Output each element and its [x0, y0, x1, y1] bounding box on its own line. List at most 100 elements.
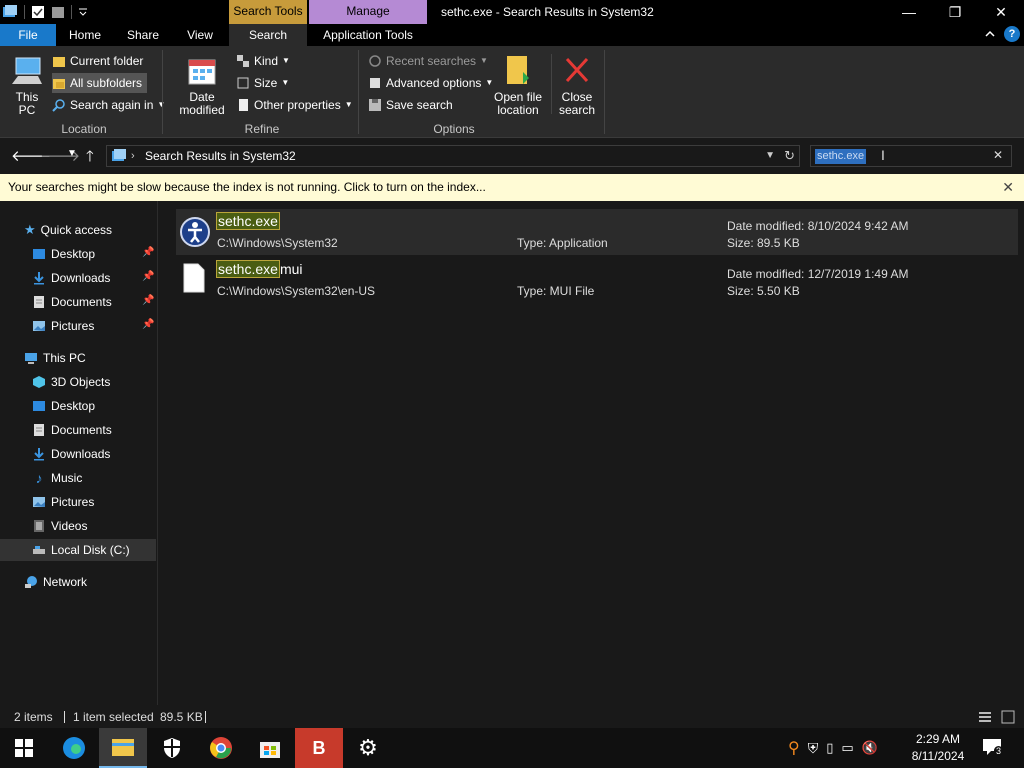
search-box[interactable]: sethc.exe I ✕: [810, 145, 1012, 167]
name-match-highlight: sethc.exe: [216, 212, 280, 230]
nav-qa-documents[interactable]: Documents: [32, 291, 112, 313]
nav-pc-local-disk[interactable]: Local Disk (C:): [0, 539, 156, 561]
pin-icon: 📌: [142, 271, 155, 282]
new-folder-icon[interactable]: [51, 5, 65, 19]
nav-qa-downloads-label: Downloads: [51, 271, 111, 285]
notifications-button[interactable]: 3: [982, 738, 1004, 758]
close-search-button[interactable]: Close search: [556, 54, 598, 117]
nav-this-pc[interactable]: This PC: [24, 347, 86, 369]
address-bar[interactable]: › Search Results in System32 ▼ ↻: [106, 145, 800, 167]
refresh-icon[interactable]: ↻: [784, 146, 795, 166]
large-icons-view-icon[interactable]: [1001, 710, 1015, 724]
taskbar-bitdefender[interactable]: B: [295, 728, 343, 768]
network-tray-icon[interactable]: ▭: [841, 740, 853, 756]
ribbon-right-controls: ?: [984, 26, 1020, 42]
shield-icon: [164, 738, 180, 758]
open-file-location-label: Open file location: [493, 90, 543, 117]
index-warning-text: Your searches might be slow because the …: [8, 180, 486, 194]
result-date-modified: Date modified: 12/7/2019 1:49 AM: [727, 267, 909, 281]
other-properties-button[interactable]: Other properties ▼: [236, 95, 353, 115]
chevron-down-icon: ▼: [282, 56, 290, 65]
current-folder-button[interactable]: Current folder: [52, 51, 143, 71]
name-rest: mui: [279, 261, 303, 277]
close-infobar-icon[interactable]: ✕: [1002, 174, 1014, 201]
taskbar-chrome[interactable]: [197, 728, 245, 768]
tab-application-tools[interactable]: Application Tools: [309, 24, 427, 46]
defender-tray-icon[interactable]: ⛨: [808, 740, 819, 757]
size-button[interactable]: Size ▼: [236, 73, 289, 93]
index-warning-bar[interactable]: Your searches might be slow because the …: [0, 174, 1024, 201]
minimize-button[interactable]: —: [886, 0, 932, 24]
pin-icon: 📌: [142, 247, 155, 258]
date-modified-button[interactable]: Date modified: [172, 54, 232, 117]
search-tools-context-tab: Search Tools: [229, 0, 307, 24]
this-pc-button[interactable]: This PC: [8, 54, 46, 117]
tab-search[interactable]: Search: [229, 24, 307, 46]
size-icon: [237, 77, 249, 89]
start-button[interactable]: [0, 728, 48, 768]
collapse-ribbon-icon[interactable]: [984, 28, 996, 40]
tab-view[interactable]: View: [176, 24, 224, 46]
recent-searches-button[interactable]: Recent searches ▼: [368, 51, 488, 71]
taskbar-security[interactable]: [148, 728, 196, 768]
details-view-icon[interactable]: [978, 710, 992, 724]
tab-file[interactable]: File: [0, 24, 56, 46]
taskbar-store[interactable]: [246, 728, 294, 768]
kind-icon: [237, 55, 249, 67]
nav-qa-downloads[interactable]: Downloads: [32, 267, 110, 289]
chevron-down-icon: ▼: [480, 56, 488, 65]
nav-pc-music[interactable]: ♪ Music: [32, 467, 83, 489]
help-icon[interactable]: ?: [1004, 26, 1020, 42]
tab-share[interactable]: Share: [118, 24, 168, 46]
result-name: sethc.exe: [216, 212, 280, 230]
result-row[interactable]: sethc.exe C:\Windows\System32 Type: Appl…: [176, 209, 1018, 255]
pin-icon: 📌: [142, 319, 155, 330]
taskbar-edge[interactable]: [50, 728, 98, 768]
nav-pc-desktop-label: Desktop: [51, 399, 96, 413]
quick-access-toolbar: [0, 0, 88, 24]
search-key-icon[interactable]: ⚲: [788, 738, 800, 758]
up-arrow-icon[interactable]: 🡑: [86, 146, 94, 171]
application-icon: [180, 217, 210, 247]
all-subfolders-button[interactable]: All subfolders: [52, 73, 148, 93]
taskbar-settings[interactable]: ⚙: [344, 728, 392, 768]
tab-home[interactable]: Home: [60, 24, 110, 46]
save-search-button[interactable]: Save search: [368, 95, 453, 115]
options-group-label: Options: [433, 122, 475, 136]
name-match-highlight: sethc.exe: [216, 260, 280, 278]
kind-button[interactable]: Kind ▼: [236, 51, 290, 71]
recent-locations-chevron-icon[interactable]: ▼: [67, 148, 77, 159]
volume-muted-icon[interactable]: 🔇: [862, 740, 878, 756]
nav-qa-pictures[interactable]: Pictures: [32, 315, 94, 337]
nav-pc-3d-objects[interactable]: 3D Objects: [32, 371, 110, 393]
taskbar-file-explorer[interactable]: [99, 728, 147, 768]
advanced-options-button[interactable]: Advanced options ▼: [368, 73, 493, 93]
nav-pc-desktop[interactable]: Desktop: [32, 395, 95, 417]
pictures-icon: [33, 321, 45, 331]
close-button[interactable]: ✕: [978, 0, 1024, 24]
maximize-button[interactable]: ❐: [932, 0, 978, 24]
nav-pc-downloads[interactable]: Downloads: [32, 443, 110, 465]
nav-pc-videos[interactable]: Videos: [32, 515, 87, 537]
properties-icon[interactable]: [31, 5, 45, 19]
clear-search-icon[interactable]: ✕: [993, 148, 1003, 162]
clock[interactable]: 2:29 AM 8/11/2024: [906, 731, 970, 765]
search-results-icon: [112, 149, 126, 161]
advanced-options-label: Advanced options: [386, 76, 482, 90]
search-again-in-button[interactable]: Search again in ▼: [52, 95, 165, 115]
recent-searches-icon: [369, 55, 381, 67]
address-dropdown-icon[interactable]: ▼: [765, 146, 775, 166]
customize-qat-icon[interactable]: [78, 5, 88, 19]
nav-network[interactable]: Network: [24, 571, 87, 593]
nav-pc-pictures[interactable]: Pictures: [32, 491, 94, 513]
documents-icon: [34, 296, 44, 308]
nav-qa-desktop[interactable]: Desktop: [32, 243, 95, 265]
status-divider: [64, 711, 65, 723]
open-file-location-button[interactable]: Open file location: [490, 54, 546, 117]
nav-quick-access[interactable]: ★ Quick access: [24, 219, 112, 241]
usb-icon[interactable]: ▯: [826, 740, 833, 756]
nav-pc-documents[interactable]: Documents: [32, 419, 112, 441]
chevron-down-icon: ▼: [344, 100, 353, 109]
result-row[interactable]: sethc.exe mui C:\Windows\System32\en-US T…: [176, 257, 1018, 303]
search-input[interactable]: sethc.exe: [815, 149, 867, 164]
